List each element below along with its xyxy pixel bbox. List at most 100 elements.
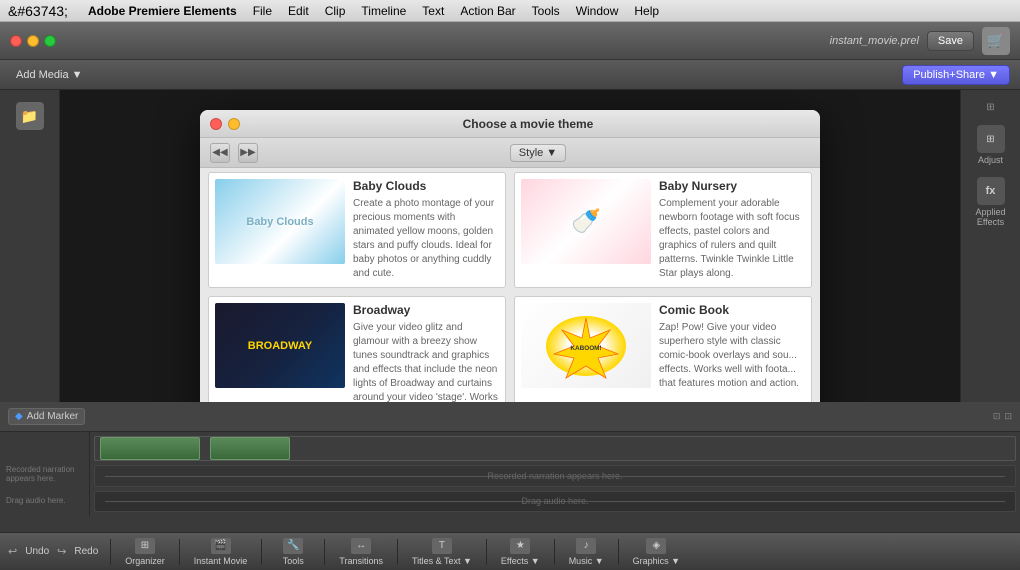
instant-movie-label: Instant Movie: [194, 556, 248, 566]
publish-share-button[interactable]: Publish+Share ▼: [902, 65, 1010, 85]
organizer-button[interactable]: ⊞ Organizer: [117, 535, 173, 569]
titles-button[interactable]: T Titles & Text ▼: [404, 535, 480, 569]
video-track[interactable]: [94, 436, 1016, 461]
titles-icon: T: [432, 538, 452, 554]
marker-icon: ◆: [15, 411, 23, 422]
menu-clip[interactable]: Clip: [325, 4, 346, 18]
theme-name-broadway: Broadway: [353, 303, 499, 317]
footer-sep-5: [397, 539, 398, 565]
cart-icon[interactable]: 🛒: [982, 27, 1010, 55]
track-label-video: [6, 436, 83, 459]
app-name: Adobe Premiere Elements: [88, 4, 237, 18]
organizer-icon: ⊞: [135, 538, 155, 554]
music-icon: ♪: [576, 538, 596, 554]
footer-sep-6: [486, 539, 487, 565]
track-control-icon: ⊡: [993, 411, 1001, 422]
style-dropdown[interactable]: Style ▼: [510, 144, 566, 162]
minimize-button[interactable]: [27, 35, 39, 47]
theme-thumbnail-broadway: BROADWAY: [215, 303, 345, 388]
track-label-audio: Drag audio here.: [6, 489, 83, 512]
theme-thumbnail-baby-nursery: 🍼: [521, 179, 651, 264]
video-clip-2[interactable]: [210, 437, 290, 460]
transitions-icon: ↔: [351, 538, 371, 554]
theme-name-baby-nursery: Baby Nursery: [659, 179, 805, 193]
menu-window[interactable]: Window: [576, 4, 619, 18]
audio-placeholder: Drag audio here.: [521, 496, 588, 506]
theme-baby-clouds[interactable]: Baby Clouds Baby Clouds Create a photo m…: [208, 172, 506, 288]
menu-file[interactable]: File: [253, 4, 272, 18]
theme-baby-nursery[interactable]: 🍼 Baby Nursery Complement your adorable …: [514, 172, 812, 288]
close-button[interactable]: [10, 35, 22, 47]
video-clip-1[interactable]: [100, 437, 200, 460]
instant-movie-icon: 🎬: [211, 538, 231, 554]
music-button[interactable]: ♪ Music ▼: [561, 535, 612, 569]
menu-text[interactable]: Text: [422, 4, 444, 18]
theme-name-comic-book: Comic Book: [659, 303, 805, 317]
footer-sep-1: [110, 539, 111, 565]
theme-chooser-dialog: Choose a movie theme ◀◀ ▶▶ Style ▼: [200, 110, 820, 402]
add-media-label: Add Media ▼: [16, 69, 83, 81]
left-sidebar: 📁: [0, 90, 60, 402]
themes-container[interactable]: Baby Clouds Baby Clouds Create a photo m…: [200, 168, 820, 402]
nav-prev-button[interactable]: ◀◀: [210, 143, 230, 163]
audio-track[interactable]: Drag audio here.: [94, 491, 1016, 512]
add-marker-label: Add Marker: [27, 411, 79, 422]
dialog-close-button[interactable]: [210, 118, 222, 130]
theme-broadway[interactable]: BROADWAY Broadway Give your video glitz …: [208, 296, 506, 402]
nav-next-button[interactable]: ▶▶: [238, 143, 258, 163]
dialog-titlebar: Choose a movie theme: [200, 110, 820, 138]
applied-effects-tool[interactable]: fx Applied Effects: [968, 173, 1014, 231]
tools-footer-label: Tools: [283, 556, 304, 566]
save-button[interactable]: Save: [927, 31, 974, 51]
graphics-button[interactable]: ◈ Graphics ▼: [625, 535, 688, 569]
svg-text:KABOOM!: KABOOM!: [570, 345, 601, 352]
add-media-button[interactable]: Add Media ▼: [10, 66, 89, 84]
undo-arrow-icon: ↩: [8, 545, 17, 558]
undo-button[interactable]: Undo: [19, 543, 55, 560]
window-buttons: [10, 35, 56, 47]
timeline-section: ◆ Add Marker ⊡ ⊡ Recorded narration appe…: [0, 402, 1020, 516]
footer-sep-4: [324, 539, 325, 565]
add-marker-button[interactable]: ◆ Add Marker: [8, 408, 85, 425]
content-area: Choose a movie theme ◀◀ ▶▶ Style ▼: [60, 90, 960, 402]
redo-button[interactable]: Redo: [68, 543, 104, 560]
menu-timeline[interactable]: Timeline: [361, 4, 406, 18]
menu-help[interactable]: Help: [634, 4, 659, 18]
maximize-button[interactable]: [44, 35, 56, 47]
main-area: 📁 Choose a movie theme ◀◀: [0, 90, 1020, 402]
theme-info-baby-nursery: Baby Nursery Complement your adorable ne…: [659, 179, 805, 281]
effects-footer-icon: ★: [510, 538, 530, 554]
adjust-tool[interactable]: ⊞ Adjust: [968, 121, 1014, 169]
menu-action-bar[interactable]: Action Bar: [460, 4, 515, 18]
sidebar-tool-add-media[interactable]: 📁: [7, 98, 53, 134]
effects-footer-button[interactable]: ★ Effects ▼: [493, 535, 548, 569]
theme-row-1: Baby Clouds Baby Clouds Create a photo m…: [208, 172, 812, 288]
track-controls: ⊡ ⊡: [993, 411, 1012, 422]
add-media-icon: 📁: [16, 102, 44, 130]
theme-row-2: BROADWAY Broadway Give your video glitz …: [208, 296, 812, 402]
theme-desc-baby-clouds: Create a photo montage of your precious …: [353, 197, 499, 281]
theme-comic-book[interactable]: KABOOM! Comic Book Zap! Pow! Give your v…: [514, 296, 812, 402]
menu-edit[interactable]: Edit: [288, 4, 309, 18]
theme-desc-broadway: Give your video glitz and glamour with a…: [353, 321, 499, 402]
footer-sep-7: [554, 539, 555, 565]
style-label: Style ▼: [519, 147, 557, 159]
theme-name-baby-clouds: Baby Clouds: [353, 179, 499, 193]
footer-sep-3: [261, 539, 262, 565]
track-area: Recorded narration appears here. Drag au…: [0, 432, 1020, 516]
adjust-label: Adjust: [978, 155, 1003, 165]
footer-toolbar: ↩ Undo ↪ Redo ⊞ Organizer 🎬 Instant Movi…: [0, 532, 1020, 570]
theme-info-broadway: Broadway Give your video glitz and glamo…: [353, 303, 499, 402]
instant-movie-button[interactable]: 🎬 Instant Movie: [186, 535, 256, 569]
track-label-narration: Recorded narration appears here.: [6, 463, 83, 486]
adjust-control[interactable]: ⊞: [982, 98, 998, 117]
transitions-button[interactable]: ↔ Transitions: [331, 535, 391, 569]
dialog-min-button[interactable]: [228, 118, 240, 130]
narration-track[interactable]: Recorded narration appears here.: [94, 465, 1016, 486]
tools-footer-button[interactable]: 🔧 Tools: [268, 535, 318, 569]
theme-thumbnail-comic-book: KABOOM!: [521, 303, 651, 388]
apple-menu[interactable]: &#63743;: [8, 3, 68, 19]
track-zoom-icon: ⊡: [1004, 411, 1012, 422]
graphics-icon: ◈: [646, 538, 666, 554]
menu-tools[interactable]: Tools: [532, 4, 560, 18]
